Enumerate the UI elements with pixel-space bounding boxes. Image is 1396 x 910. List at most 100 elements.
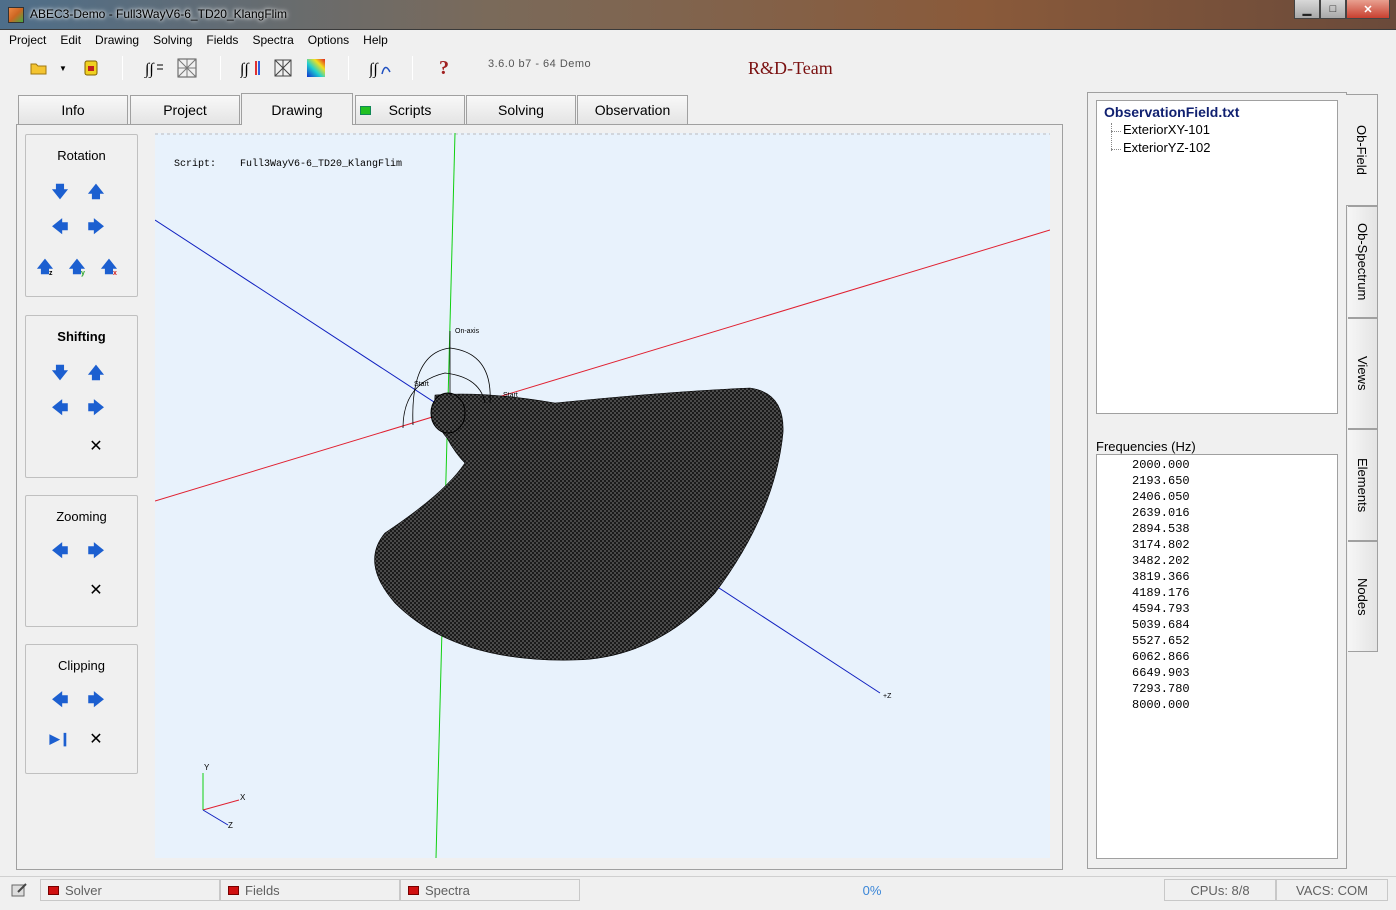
rotate-z-arrow-icon[interactable]: 🡅 z	[37, 259, 53, 278]
tab-views[interactable]: Views	[1348, 318, 1378, 429]
tab-scripts[interactable]: Scripts	[355, 95, 465, 124]
save-icon[interactable]	[80, 57, 102, 79]
shift-left-arrow-icon[interactable]: 🡄	[52, 400, 69, 418]
chevron-down-icon[interactable]: ▼	[56, 57, 70, 79]
frequency-item[interactable]: 4189.176	[1132, 586, 1190, 600]
zoom-in-arrow-icon[interactable]: 🡆	[88, 543, 105, 561]
frequency-item[interactable]: 6649.903	[1132, 666, 1190, 680]
tree-root-item[interactable]: ObservationField.txt	[1104, 104, 1239, 120]
rotate-y-arrow-icon[interactable]: 🡅 y	[69, 259, 85, 278]
tab-observation[interactable]: Observation	[577, 95, 688, 124]
rotate-right-arrow-icon[interactable]: 🡆	[88, 219, 105, 237]
toolbar: ▼ ∫∫ ∫∫ ∫∫ ? 3.6.0 b7 - 64 Demo R&D-Team	[0, 50, 1396, 86]
open-folder-icon[interactable]	[28, 57, 50, 79]
zooming-title: Zooming	[56, 509, 107, 524]
rotate-down-arrow-icon[interactable]: 🡇	[52, 184, 68, 202]
frequency-item[interactable]: 8000.000	[1132, 698, 1190, 712]
status-edit-icon[interactable]	[10, 879, 40, 901]
spectrum-integral-icon[interactable]: ∫∫	[369, 57, 391, 79]
wireframe-icon[interactable]	[272, 57, 294, 79]
solve-integral-icon[interactable]: ∫∫	[143, 57, 165, 79]
app-icon	[8, 7, 24, 23]
frequency-item[interactable]: 2639.016	[1132, 506, 1190, 520]
frequency-item[interactable]: 4594.793	[1132, 602, 1190, 616]
clip-reset-close-icon[interactable]: ✕	[88, 731, 104, 748]
menu-drawing[interactable]: Drawing	[95, 33, 139, 47]
menu-edit[interactable]: Edit	[60, 33, 81, 47]
clipping-group: Clipping 🡄 🡆 ▶❙ ✕	[25, 644, 138, 774]
tab-elements[interactable]: Elements	[1348, 429, 1378, 541]
zooming-group: Zooming 🡄 🡆 ✕	[25, 495, 138, 627]
tab-ob-field[interactable]: Ob-Field	[1346, 94, 1378, 206]
solver-status-led	[48, 885, 59, 895]
frequency-item[interactable]: 3482.202	[1132, 554, 1190, 568]
progress-indicator: 0%	[862, 882, 882, 898]
menu-project[interactable]: Project	[9, 33, 46, 47]
zoom-out-arrow-icon[interactable]: 🡄	[52, 543, 69, 561]
menu-options[interactable]: Options	[308, 33, 349, 47]
maximize-button[interactable]: □	[1320, 0, 1346, 19]
frequency-item[interactable]: 5527.652	[1132, 634, 1190, 648]
status-fields: Fields	[220, 879, 400, 901]
shift-reset-close-icon[interactable]: ✕	[88, 438, 104, 455]
tab-elements-label: Elements	[1355, 457, 1370, 513]
frequency-item[interactable]: 7293.780	[1132, 682, 1190, 696]
svg-text:∫∫: ∫∫	[144, 61, 155, 78]
status-spectra-label: Spectra	[425, 882, 470, 898]
help-icon[interactable]: ?	[433, 57, 455, 79]
tab-ob-spectrum[interactable]: Ob-Spectrum	[1348, 206, 1378, 318]
clip-left-arrow-icon[interactable]: 🡄	[52, 692, 69, 710]
menu-spectra[interactable]: Spectra	[252, 33, 293, 47]
field-integral-icon[interactable]: ∫∫	[240, 57, 262, 79]
tab-project[interactable]: Project	[130, 95, 240, 124]
shifting-group: Shifting 🡇 🡅 🡄 🡆 ✕	[25, 315, 138, 478]
frequency-item[interactable]: 2000.000	[1132, 458, 1190, 472]
tab-project-label: Project	[163, 102, 207, 118]
frequency-item[interactable]: 2406.050	[1132, 490, 1190, 504]
tab-solving[interactable]: Solving	[466, 95, 576, 124]
tab-drawing-label: Drawing	[271, 101, 323, 118]
svg-text:∫∫: ∫∫	[240, 61, 250, 78]
frequency-item[interactable]: 2894.538	[1132, 522, 1190, 536]
plus-z-label: +Z	[883, 693, 892, 700]
rotate-left-arrow-icon[interactable]: 🡄	[52, 219, 69, 237]
scene-svg: On-axis Start Start +Z Y X Z	[155, 133, 1050, 858]
tab-info[interactable]: Info	[18, 95, 128, 124]
rotate-x-arrow-icon[interactable]: 🡅 x	[101, 259, 117, 278]
shift-right-arrow-icon[interactable]: 🡆	[88, 400, 105, 418]
triad-x-label: X	[240, 793, 246, 802]
minimize-button[interactable]: ▁	[1294, 0, 1320, 19]
shift-down-arrow-icon[interactable]: 🡇	[52, 365, 68, 383]
clip-play-icon[interactable]: ▶❙	[50, 731, 71, 747]
zoom-reset-close-icon[interactable]: ✕	[88, 582, 104, 599]
close-button[interactable]: ✕	[1346, 0, 1390, 19]
frequencies-list[interactable]: 2000.000 2193.650 2406.050 2639.016 2894…	[1096, 454, 1338, 859]
tab-drawing[interactable]: Drawing	[241, 93, 353, 125]
tree-child-item[interactable]: ExteriorYZ-102	[1123, 140, 1210, 155]
svg-text:∫∫: ∫∫	[369, 61, 379, 78]
frequency-item[interactable]: 6062.866	[1132, 650, 1190, 664]
status-spectra: Spectra	[400, 879, 580, 901]
tree-child-item[interactable]: ExteriorXY-101	[1123, 122, 1210, 137]
menu-help[interactable]: Help	[363, 33, 388, 47]
triad-z-label: Z	[228, 821, 233, 830]
observation-tree[interactable]: ObservationField.txt ExteriorXY-101 Exte…	[1096, 100, 1338, 414]
tab-nodes[interactable]: Nodes	[1348, 541, 1378, 652]
tab-info-label: Info	[61, 102, 85, 118]
frequency-item[interactable]: 3174.802	[1132, 538, 1190, 552]
tab-ob-field-label: Ob-Field	[1354, 125, 1369, 175]
mesh-icon[interactable]	[176, 57, 198, 79]
frequency-item[interactable]: 3819.366	[1132, 570, 1190, 584]
shift-up-arrow-icon[interactable]: 🡅	[88, 365, 104, 383]
menu-solving[interactable]: Solving	[153, 33, 192, 47]
clip-right-arrow-icon[interactable]: 🡆	[88, 692, 105, 710]
menu-fields[interactable]: Fields	[206, 33, 238, 47]
drawing-canvas[interactable]: On-axis Start Start +Z Y X Z Script: Ful…	[155, 133, 1050, 858]
status-solver-label: Solver	[65, 882, 102, 898]
tab-solving-label: Solving	[498, 102, 544, 118]
rotate-up-arrow-icon[interactable]: 🡅	[88, 184, 104, 202]
frequency-item[interactable]: 2193.650	[1132, 474, 1190, 488]
color-map-icon[interactable]	[305, 57, 327, 79]
frequency-item[interactable]: 5039.684	[1132, 618, 1190, 632]
status-bar: Solver Fields Spectra 0% CPUs: 8/8 VACS:…	[0, 876, 1396, 902]
